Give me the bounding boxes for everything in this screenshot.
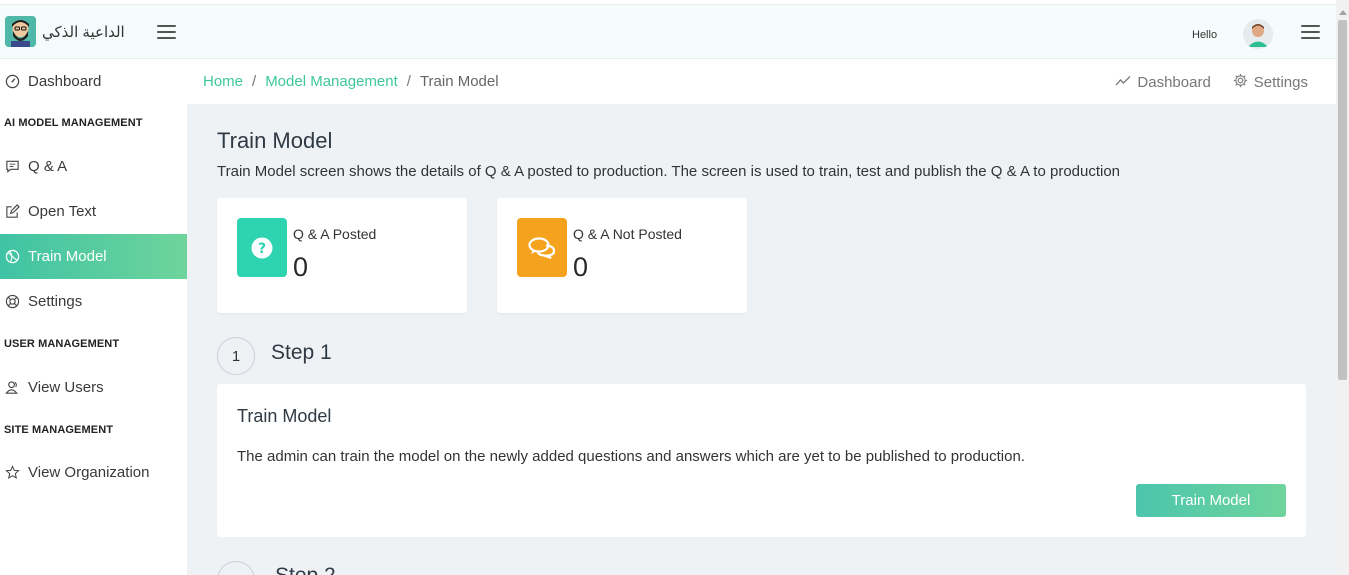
gear-icon — [1233, 73, 1248, 92]
top-bar: الداعية الذكي Hello — [0, 4, 1336, 59]
scroll-up-arrow-icon[interactable] — [1339, 10, 1347, 15]
step-title: Step 1 — [271, 341, 332, 364]
sidebar-item-train-model[interactable]: Train Model — [0, 234, 187, 279]
brand-name: الداعية الذكي — [42, 24, 125, 41]
svg-text:?: ? — [258, 241, 266, 257]
main-content: Home / Model Management / Train Model Da… — [187, 59, 1336, 575]
sidebar-item-open-text[interactable]: Open Text — [0, 189, 187, 234]
dashboard-link[interactable]: Dashboard — [1115, 73, 1211, 92]
settings-link[interactable]: Settings — [1233, 73, 1308, 92]
page-description: Train Model screen shows the details of … — [217, 163, 1121, 180]
card-description: The admin can train the model on the new… — [237, 448, 1025, 465]
sidebar-item-view-organization[interactable]: View Organization — [0, 450, 187, 495]
breadcrumb-separator: / — [406, 73, 411, 90]
brand-logo[interactable] — [5, 16, 36, 47]
settings-link-label: Settings — [1253, 74, 1308, 91]
breadcrumb: Home / Model Management / Train Model — [203, 73, 499, 90]
section-title-site-management: SITE MANAGEMENT — [4, 424, 114, 436]
section-title-ai-model-management: AI MODEL MANAGEMENT — [4, 117, 143, 129]
sidebar-item-label: View Users — [28, 379, 104, 396]
sidebar: Dashboard AI MODEL MANAGEMENT Q & A Open… — [0, 59, 187, 575]
greeting-text: Hello — [1192, 29, 1218, 41]
breadcrumb-bar: Home / Model Management / Train Model Da… — [187, 59, 1336, 104]
sidebar-item-label: Train Model — [28, 248, 107, 265]
step-number-circle: 1 — [217, 337, 255, 375]
stat-value-posted: 0 — [293, 252, 309, 282]
stat-card-posted: ? Q & A Posted 0 — [217, 198, 467, 313]
step-number-circle: 2 — [217, 561, 255, 575]
step-title: Step 2 — [275, 564, 336, 575]
page-scrollbar[interactable] — [1336, 0, 1349, 575]
star-icon — [4, 465, 20, 481]
scrollbar-thumb[interactable] — [1338, 20, 1347, 380]
gauge-icon — [4, 74, 20, 90]
card-title: Train Model — [237, 406, 332, 426]
lifebuoy-icon — [4, 294, 20, 310]
users-icon — [4, 380, 20, 396]
stat-label-not-posted: Q & A Not Posted — [573, 226, 682, 242]
sidebar-item-label: Dashboard — [28, 73, 102, 90]
section-title-user-management: USER MANAGEMENT — [4, 338, 120, 350]
menu-icon[interactable] — [1301, 25, 1320, 40]
breadcrumb-home-link[interactable]: Home — [203, 73, 243, 90]
stat-value-not-posted: 0 — [573, 252, 589, 282]
sidebar-item-settings[interactable]: Settings — [0, 279, 187, 324]
breadcrumb-model-management-link[interactable]: Model Management — [265, 73, 398, 90]
user-avatar[interactable] — [1243, 19, 1273, 49]
stat-label-posted: Q & A Posted — [293, 226, 377, 242]
breadcrumb-separator: / — [252, 73, 257, 90]
globe-icon — [4, 249, 20, 265]
stat-card-not-posted: Q & A Not Posted 0 — [497, 198, 747, 313]
train-model-button[interactable]: Train Model — [1136, 484, 1286, 517]
sidebar-toggle-icon[interactable] — [157, 25, 176, 40]
train-model-card: Train Model The admin can train the mode… — [217, 384, 1306, 537]
chat-bubbles-icon — [517, 218, 567, 277]
sidebar-item-label: Q & A — [28, 158, 68, 175]
sidebar-item-label: Settings — [28, 293, 83, 310]
question-circle-icon: ? — [237, 218, 287, 277]
sidebar-item-qa[interactable]: Q & A — [0, 144, 187, 189]
breadcrumb-current: Train Model — [419, 73, 499, 90]
sidebar-item-view-users[interactable]: View Users — [0, 365, 187, 410]
sidebar-item-dashboard[interactable]: Dashboard — [0, 59, 187, 104]
dashboard-link-label: Dashboard — [1137, 74, 1211, 91]
quick-links: Dashboard Settings — [1115, 73, 1308, 92]
edit-icon — [4, 204, 20, 220]
sidebar-item-label: Open Text — [28, 203, 97, 220]
message-icon — [4, 159, 20, 175]
trend-line-icon — [1115, 74, 1131, 91]
sidebar-item-label: View Organization — [28, 464, 150, 481]
page-title: Train Model — [217, 128, 333, 153]
